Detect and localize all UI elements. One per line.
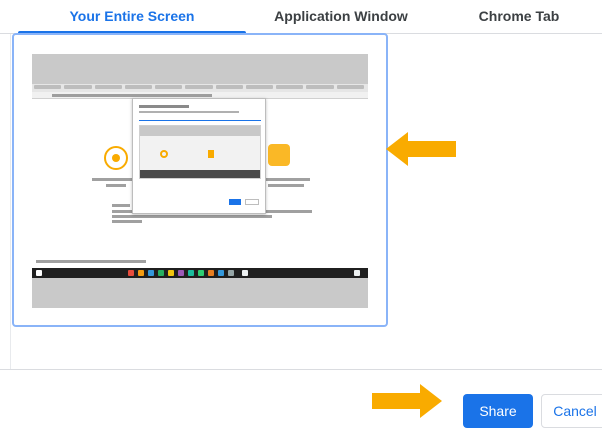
thumbnail-text-line bbox=[260, 178, 310, 181]
thumbnail-top-band bbox=[32, 54, 368, 84]
thumbnail-text-line bbox=[112, 220, 142, 223]
thumbnail-bottom-band bbox=[32, 278, 368, 308]
share-button[interactable]: Share bbox=[463, 394, 533, 428]
thumbnail-cast-icon bbox=[268, 144, 290, 166]
screen-thumbnail[interactable] bbox=[32, 54, 368, 308]
thumbnail-taskbar bbox=[32, 268, 368, 278]
thumbnail-text-line bbox=[268, 184, 304, 187]
thumbnail-text-line bbox=[106, 184, 126, 187]
tab-chrome-tab[interactable]: Chrome Tab bbox=[436, 8, 602, 24]
tab-application-window[interactable]: Application Window bbox=[246, 8, 436, 24]
cancel-button[interactable]: Cancel bbox=[541, 394, 602, 428]
content-bottom-divider bbox=[0, 369, 602, 370]
thumbnail-tabs bbox=[34, 85, 364, 90]
arrow-left-icon bbox=[386, 132, 456, 166]
share-screen-dialog: Your Entire Screen Application Window Ch… bbox=[0, 0, 602, 428]
arrow-right-icon bbox=[372, 384, 442, 418]
source-tabs: Your Entire Screen Application Window Ch… bbox=[0, 0, 602, 34]
thumbnail-text-line bbox=[36, 260, 146, 263]
content-left-border bbox=[10, 34, 11, 370]
thumbnail-text-line bbox=[112, 215, 272, 218]
thumbnail-webcam-icon bbox=[104, 146, 128, 170]
thumbnail-share-dialog bbox=[132, 98, 266, 214]
tab-your-entire-screen[interactable]: Your Entire Screen bbox=[18, 8, 246, 24]
thumbnail-text-line bbox=[112, 204, 130, 207]
thumbnail-text-line bbox=[92, 178, 136, 181]
